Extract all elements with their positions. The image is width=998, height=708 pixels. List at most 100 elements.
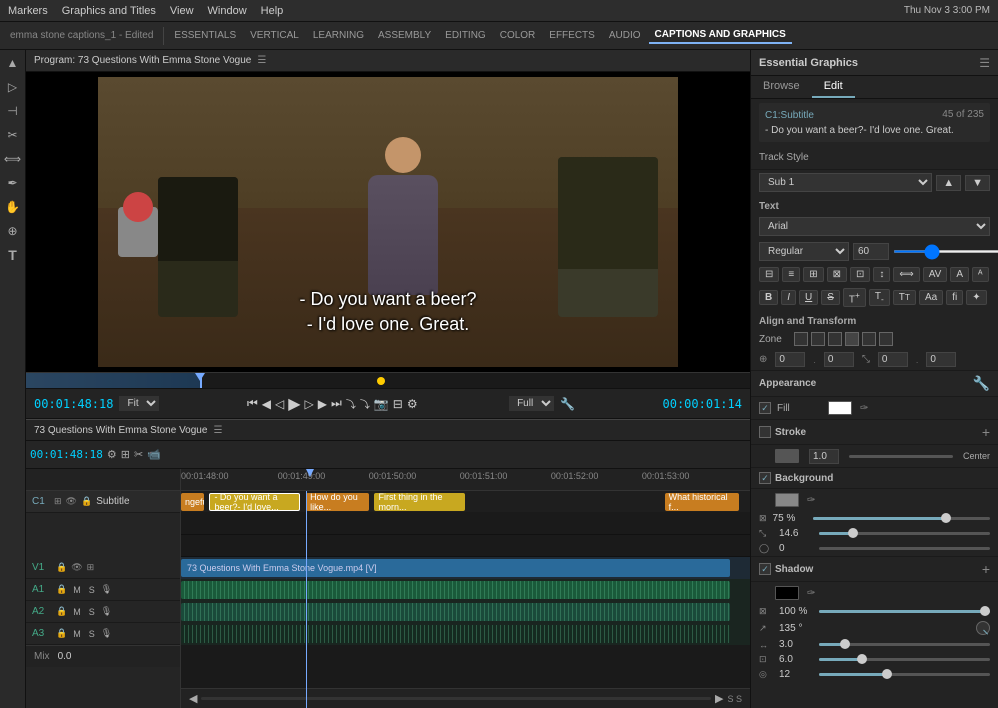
tl-settings-btn[interactable]: ⚙ [107, 448, 117, 461]
go-to-start-btn[interactable]: ⏮ [247, 396, 258, 411]
shadow-eyedropper-icon[interactable]: ✑ [807, 588, 815, 599]
overwrite-btn[interactable]: ⤵ [360, 396, 370, 411]
font-select[interactable]: Arial [759, 217, 990, 236]
underline-btn[interactable]: U [799, 290, 818, 305]
caps-btn[interactable]: ᴬ [972, 267, 989, 282]
hand-tool[interactable]: ✋ [4, 198, 22, 216]
zone-box-4[interactable] [845, 332, 859, 346]
font-style-select[interactable]: Regular [759, 242, 849, 261]
background-checkbox[interactable] [759, 472, 771, 484]
bold-btn[interactable]: B [759, 290, 778, 305]
edit-tab[interactable]: Edit [812, 76, 855, 98]
zone-x-input[interactable] [775, 352, 805, 367]
track-style-select[interactable]: Sub 1 [759, 173, 932, 192]
bg-val2-slider[interactable] [819, 547, 990, 550]
monitor-menu-icon[interactable]: ☰ [257, 55, 266, 66]
appearance-settings-icon[interactable]: 🔧 [973, 375, 990, 392]
zoom-tool[interactable]: ⊕ [4, 222, 22, 240]
special-char-btn[interactable]: ✦ [966, 290, 986, 305]
aa-btn[interactable]: Aa [919, 290, 943, 305]
zoom-in-btn[interactable]: ▶ [715, 692, 723, 705]
settings-icon-btn[interactable]: 🔧 [560, 397, 575, 411]
stroke-checkbox[interactable] [759, 426, 771, 438]
pen-tool[interactable]: ✒ [4, 174, 22, 192]
align-center-btn[interactable]: ≡ [782, 267, 800, 282]
zone-w-input[interactable] [878, 352, 908, 367]
razor-tool[interactable]: ✂ [4, 126, 22, 144]
play-btn[interactable]: ▶ [288, 394, 300, 414]
a3-lock-icon[interactable]: 🔒 [56, 628, 67, 639]
shadow-opacity-slider[interactable] [819, 610, 990, 613]
track-style-down-btn[interactable]: ▼ [965, 175, 990, 191]
align-left-btn[interactable]: ⊟ [759, 267, 779, 282]
shadow-size-slider[interactable] [819, 658, 990, 661]
clip-first[interactable]: First thing in the morn... [374, 493, 465, 511]
menu-markers[interactable]: Markers [8, 5, 48, 17]
selection-tool[interactable]: ▲ [4, 54, 22, 72]
a1-m-btn[interactable]: M [71, 585, 83, 595]
stroke-color-swatch[interactable] [775, 449, 799, 463]
tab-color[interactable]: COLOR [494, 28, 542, 43]
superscript-btn[interactable]: T+ [843, 288, 866, 307]
track-style-up-btn[interactable]: ▲ [936, 175, 961, 191]
clip-historical[interactable]: What historical f... [665, 493, 739, 511]
bg-color-swatch[interactable] [775, 493, 799, 507]
bg-eyedropper-icon[interactable]: ✑ [807, 495, 815, 506]
tl-camera-btn[interactable]: 📹 [147, 448, 161, 461]
line-sp-btn[interactable]: ↕ [873, 267, 890, 282]
a3-m-btn[interactable]: M [71, 629, 83, 639]
step-fwd-btn[interactable]: ▶ [318, 397, 327, 411]
menu-help[interactable]: Help [261, 5, 284, 17]
small-caps-btn[interactable]: TT [893, 290, 916, 305]
stroke-slider[interactable] [849, 455, 953, 458]
ripple-edit-tool[interactable]: ⊣ [4, 102, 22, 120]
subscript-btn[interactable]: T- [869, 289, 890, 306]
align-right-btn[interactable]: ⊞ [803, 267, 823, 282]
zone-box-5[interactable] [862, 332, 876, 346]
v1-lock-icon[interactable]: 🔒 [56, 562, 67, 573]
step-frame-back-btn[interactable]: ◁ [275, 397, 284, 411]
tab-effects[interactable]: EFFECTS [543, 28, 601, 43]
tl-razor-btn[interactable]: ✂ [134, 448, 143, 461]
bg-val1-slider[interactable] [819, 532, 990, 535]
v1-video-clip[interactable]: 73 Questions With Emma Stone Vogue.mp4 [… [181, 559, 730, 577]
shadow-checkbox[interactable] [759, 563, 771, 575]
shadow-color-swatch[interactable] [775, 586, 799, 600]
fill-color-swatch[interactable] [828, 401, 852, 415]
shadow-angle-dial[interactable] [976, 621, 990, 635]
menu-graphics[interactable]: Graphics and Titles [62, 5, 156, 17]
a1-lock-icon[interactable]: 🔒 [56, 584, 67, 595]
browse-tab[interactable]: Browse [751, 76, 812, 98]
shadow-dist-slider[interactable] [819, 643, 990, 646]
font-size-input[interactable] [853, 243, 889, 260]
menu-view[interactable]: View [170, 5, 194, 17]
baseline-btn[interactable]: A [950, 267, 969, 282]
settings-btn[interactable]: ⚙ [407, 397, 418, 411]
font-size-slider[interactable] [893, 250, 998, 253]
shadow-add-btn[interactable]: + [982, 561, 990, 577]
zone-box-1[interactable] [794, 332, 808, 346]
fit-select[interactable]: Fit [119, 396, 159, 411]
zoom-out-btn[interactable]: ◀ [189, 692, 197, 705]
tl-snap-btn[interactable]: ⊞ [121, 448, 130, 461]
v1-eye-icon[interactable]: 👁 [71, 562, 82, 573]
track-btn[interactable]: AV [923, 267, 948, 282]
a2-lock-icon[interactable]: 🔒 [56, 606, 67, 617]
insert-btn[interactable]: ⤵ [346, 396, 356, 411]
go-to-end-btn[interactable]: ⏭ [331, 396, 342, 411]
zone-h-input[interactable] [926, 352, 956, 367]
zoom-slider[interactable] [201, 697, 711, 700]
fill-checkbox[interactable] [759, 402, 771, 414]
a2-s-btn[interactable]: S [87, 607, 97, 617]
kern-btn[interactable]: ⟺ [893, 267, 919, 282]
timeline-menu-icon[interactable]: ☰ [213, 425, 222, 436]
ligature-btn[interactable]: ﬁ [946, 290, 963, 305]
shadow-blur-slider[interactable] [819, 673, 990, 676]
step-frame-fwd-btn[interactable]: ▷ [305, 397, 314, 411]
text-tool[interactable]: T [4, 246, 22, 264]
italic-btn[interactable]: I [781, 290, 796, 305]
zone-box-2[interactable] [811, 332, 825, 346]
compare-btn[interactable]: ⊟ [393, 397, 403, 411]
tab-vertical[interactable]: VERTICAL [244, 28, 305, 43]
a3-audio-clip[interactable] [181, 625, 730, 643]
